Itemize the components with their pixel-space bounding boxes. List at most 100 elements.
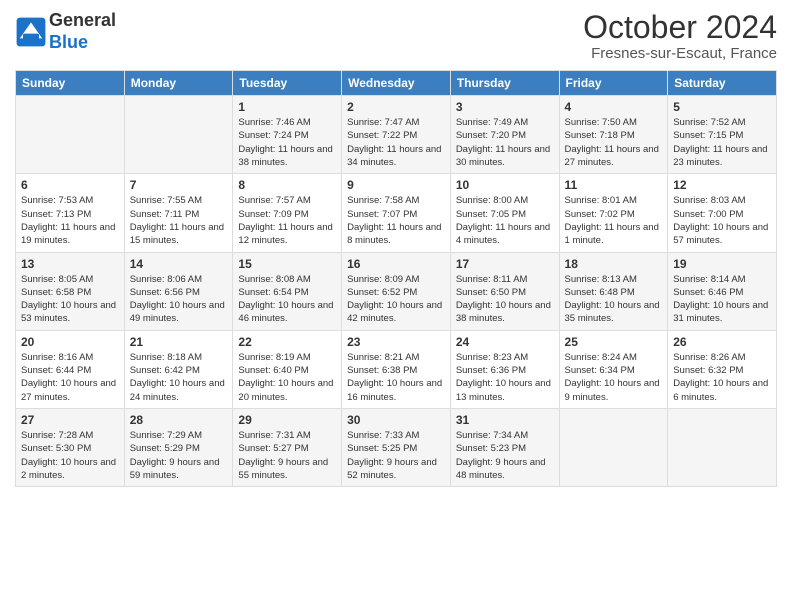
calendar-table: Sunday Monday Tuesday Wednesday Thursday… [15,70,777,487]
header-row: Sunday Monday Tuesday Wednesday Thursday… [16,71,777,96]
cell-text: Sunrise: 8:21 AM Sunset: 6:38 PM Dayligh… [347,351,445,404]
cell-text: Sunrise: 8:05 AM Sunset: 6:58 PM Dayligh… [21,273,119,326]
cell-text: Sunrise: 8:03 AM Sunset: 7:00 PM Dayligh… [673,194,771,247]
cell-w1-d7: 5Sunrise: 7:52 AM Sunset: 7:15 PM Daylig… [668,96,777,174]
week-row-4: 20Sunrise: 8:16 AM Sunset: 6:44 PM Dayli… [16,330,777,408]
day-number: 12 [673,178,771,192]
day-number: 18 [565,257,663,271]
cell-text: Sunrise: 8:13 AM Sunset: 6:48 PM Dayligh… [565,273,663,326]
day-number: 11 [565,178,663,192]
cell-w3-d3: 15 Sunrise: 8:08 AM Sunset: 6:54 PM Dayli… [233,252,342,330]
title-area: October 2024 Fresnes-sur-Escaut, France [583,10,777,62]
cell-text: Sunrise: 7:58 AM Sunset: 7:07 PM Dayligh… [347,194,445,247]
col-thursday: Thursday [450,71,559,96]
col-monday: Monday [124,71,233,96]
cell-text: Sunrise: 7:50 AM Sunset: 7:18 PM Dayligh… [565,116,663,169]
cell-text: Sunrise: 7:53 AM Sunset: 7:13 PM Dayligh… [21,194,119,247]
cell-w3-d1: 13 Sunrise: 8:05 AM Sunset: 6:58 PM Dayli… [16,252,125,330]
day-number: 29 [238,413,336,427]
cell-w1-d6: 4 Sunrise: 7:50 AM Sunset: 7:18 PM Daylig… [559,96,668,174]
cell-text: Sunrise: 7:57 AM Sunset: 7:09 PM Dayligh… [238,194,336,247]
day-number: 31 [456,413,554,427]
cell-text: Sunrise: 7:33 AM Sunset: 5:25 PM Dayligh… [347,429,445,482]
cell-text: Sunrise: 7:47 AM Sunset: 7:22 PM Dayligh… [347,116,445,169]
logo-text: General Blue [49,10,116,53]
cell-text: Sunrise: 8:01 AM Sunset: 7:02 PM Dayligh… [565,194,663,247]
col-sunday: Sunday [16,71,125,96]
cell-text: Sunrise: 8:06 AM Sunset: 6:56 PM Dayligh… [130,273,228,326]
day-number: 21 [130,335,228,349]
cell-w3-d6: 18 Sunrise: 8:13 AM Sunset: 6:48 PM Dayli… [559,252,668,330]
header: General Blue October 2024 Fresnes-sur-Es… [15,10,777,62]
day-number: 10 [456,178,554,192]
cell-w1-d2 [124,96,233,174]
logo: General Blue [15,10,116,53]
cell-w1-d1 [16,96,125,174]
cell-text: Sunrise: 7:31 AM Sunset: 5:27 PM Dayligh… [238,429,336,482]
location: Fresnes-sur-Escaut, France [583,45,777,62]
cell-w1-d5: 3 Sunrise: 7:49 AM Sunset: 7:20 PM Daylig… [450,96,559,174]
calendar-container: General Blue October 2024 Fresnes-sur-Es… [0,0,792,497]
cell-text: Sunrise: 8:18 AM Sunset: 6:42 PM Dayligh… [130,351,228,404]
cell-w4-d2: 21 Sunrise: 8:18 AM Sunset: 6:42 PM Dayli… [124,330,233,408]
cell-w2-d5: 10Sunrise: 8:00 AM Sunset: 7:05 PM Dayli… [450,174,559,252]
day-number: 23 [347,335,445,349]
day-number: 13 [21,257,119,271]
col-friday: Friday [559,71,668,96]
cell-w4-d7: 26 Sunrise: 8:26 AM Sunset: 6:32 PM Dayli… [668,330,777,408]
day-number: 25 [565,335,663,349]
cell-w4-d6: 25 Sunrise: 8:24 AM Sunset: 6:34 PM Dayli… [559,330,668,408]
logo-icon [15,16,47,48]
cell-text: Sunrise: 7:55 AM Sunset: 7:11 PM Dayligh… [130,194,228,247]
logo-general: General [49,10,116,30]
cell-w5-d6 [559,408,668,486]
day-number: 30 [347,413,445,427]
cell-w2-d3: 8 Sunrise: 7:57 AM Sunset: 7:09 PM Daylig… [233,174,342,252]
day-number: 9 [347,178,445,192]
day-number: 15 [238,257,336,271]
cell-text: Sunrise: 8:14 AM Sunset: 6:46 PM Dayligh… [673,273,771,326]
calendar-header: Sunday Monday Tuesday Wednesday Thursday… [16,71,777,96]
day-number: 16 [347,257,445,271]
cell-w1-d4: 2 Sunrise: 7:47 AM Sunset: 7:22 PM Daylig… [342,96,451,174]
cell-w5-d2: 28Sunrise: 7:29 AM Sunset: 5:29 PM Dayli… [124,408,233,486]
cell-w2-d4: 9 Sunrise: 7:58 AM Sunset: 7:07 PM Daylig… [342,174,451,252]
cell-w5-d1: 27Sunrise: 7:28 AM Sunset: 5:30 PM Dayli… [16,408,125,486]
day-number: 3 [456,100,554,114]
day-number: 14 [130,257,228,271]
cell-text: Sunrise: 8:08 AM Sunset: 6:54 PM Dayligh… [238,273,336,326]
cell-text: Sunrise: 8:19 AM Sunset: 6:40 PM Dayligh… [238,351,336,404]
day-number: 7 [130,178,228,192]
day-number: 22 [238,335,336,349]
week-row-2: 6Sunrise: 7:53 AM Sunset: 7:13 PM Daylig… [16,174,777,252]
calendar-body: 1Sunrise: 7:46 AM Sunset: 7:24 PM Daylig… [16,96,777,487]
cell-w5-d3: 29 Sunrise: 7:31 AM Sunset: 5:27 PM Dayli… [233,408,342,486]
cell-text: Sunrise: 7:28 AM Sunset: 5:30 PM Dayligh… [21,429,119,482]
day-number: 5 [673,100,771,114]
day-number: 8 [238,178,336,192]
cell-w2-d1: 6Sunrise: 7:53 AM Sunset: 7:13 PM Daylig… [16,174,125,252]
cell-w1-d3: 1Sunrise: 7:46 AM Sunset: 7:24 PM Daylig… [233,96,342,174]
cell-w3-d7: 19 Sunrise: 8:14 AM Sunset: 6:46 PM Dayli… [668,252,777,330]
cell-text: Sunrise: 8:26 AM Sunset: 6:32 PM Dayligh… [673,351,771,404]
day-number: 2 [347,100,445,114]
col-tuesday: Tuesday [233,71,342,96]
cell-text: Sunrise: 7:29 AM Sunset: 5:29 PM Dayligh… [130,429,228,482]
cell-text: Sunrise: 7:34 AM Sunset: 5:23 PM Dayligh… [456,429,554,482]
col-wednesday: Wednesday [342,71,451,96]
cell-w4-d3: 22 Sunrise: 8:19 AM Sunset: 6:40 PM Dayli… [233,330,342,408]
month-title: October 2024 [583,10,777,45]
day-number: 26 [673,335,771,349]
day-number: 20 [21,335,119,349]
cell-text: Sunrise: 8:24 AM Sunset: 6:34 PM Dayligh… [565,351,663,404]
cell-w3-d5: 17 Sunrise: 8:11 AM Sunset: 6:50 PM Dayli… [450,252,559,330]
day-number: 19 [673,257,771,271]
cell-text: Sunrise: 8:23 AM Sunset: 6:36 PM Dayligh… [456,351,554,404]
cell-text: Sunrise: 7:49 AM Sunset: 7:20 PM Dayligh… [456,116,554,169]
col-saturday: Saturday [668,71,777,96]
cell-w3-d4: 16 Sunrise: 8:09 AM Sunset: 6:52 PM Dayli… [342,252,451,330]
day-number: 4 [565,100,663,114]
cell-text: Sunrise: 8:09 AM Sunset: 6:52 PM Dayligh… [347,273,445,326]
day-number: 17 [456,257,554,271]
cell-text: Sunrise: 8:11 AM Sunset: 6:50 PM Dayligh… [456,273,554,326]
